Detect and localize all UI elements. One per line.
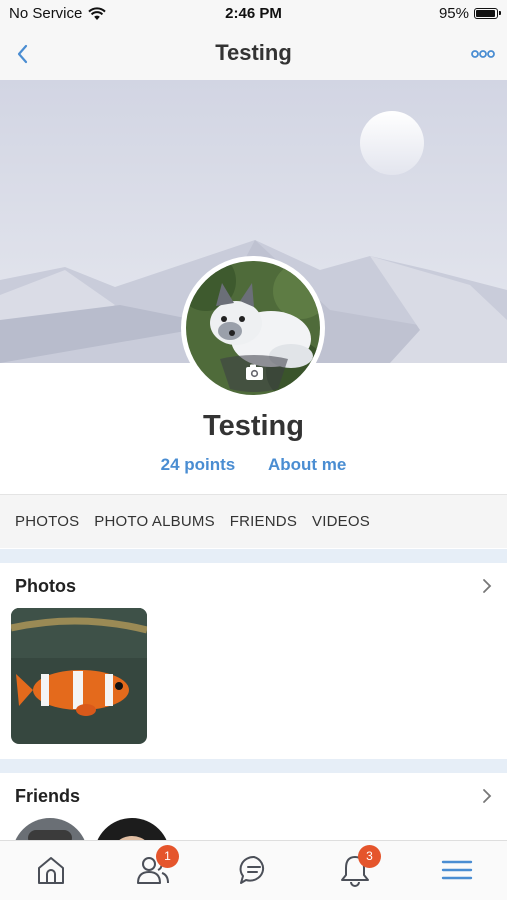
menu-icon[interactable] xyxy=(440,853,474,887)
about-me-link[interactable]: About me xyxy=(268,455,346,474)
change-avatar-button[interactable] xyxy=(216,355,292,393)
home-icon[interactable] xyxy=(34,853,68,887)
friends-section-title: Friends xyxy=(15,786,81,806)
chevron-right-icon[interactable] xyxy=(480,788,494,804)
messages-icon[interactable] xyxy=(237,853,271,887)
profile-name: Testing xyxy=(203,410,304,442)
battery-fill xyxy=(476,10,495,17)
status-time: 2:46 PM xyxy=(225,5,282,22)
status-bar: No Service 2:46 PM 95% xyxy=(0,0,507,28)
page-title: Testing xyxy=(215,40,292,65)
photos-section-title: Photos xyxy=(15,576,76,596)
tab-videos[interactable]: VIDEOS xyxy=(312,513,370,530)
bottom-tab-bar: 1 3 xyxy=(0,840,507,900)
points-link[interactable]: 24 points xyxy=(161,455,236,474)
status-right: 95% xyxy=(438,5,501,22)
chevron-right-icon[interactable] xyxy=(480,578,494,594)
more-dots-icon[interactable] xyxy=(471,42,495,66)
profile-tabs: PHOTOS PHOTO ALBUMS FRIENDS VIDEOS xyxy=(0,494,507,548)
tab-photos[interactable]: PHOTOS xyxy=(15,513,79,530)
battery-icon xyxy=(474,8,501,19)
tab-photo-albums[interactable]: PHOTO ALBUMS xyxy=(94,513,215,530)
profile-links: 24 points About me xyxy=(0,455,507,475)
notifications-tab[interactable]: 3 xyxy=(338,845,381,887)
friends-tab[interactable]: 1 xyxy=(136,845,179,887)
battery-percent: 95% xyxy=(438,5,469,22)
friends-badge: 1 xyxy=(156,845,179,868)
notifications-badge: 3 xyxy=(358,845,381,868)
photo-thumbnail[interactable] xyxy=(11,608,147,744)
chevron-left-icon[interactable] xyxy=(10,40,38,68)
section-divider xyxy=(0,549,507,563)
tab-friends[interactable]: FRIENDS xyxy=(230,513,297,530)
nav-bar: Testing xyxy=(0,28,507,80)
section-divider xyxy=(0,759,507,773)
